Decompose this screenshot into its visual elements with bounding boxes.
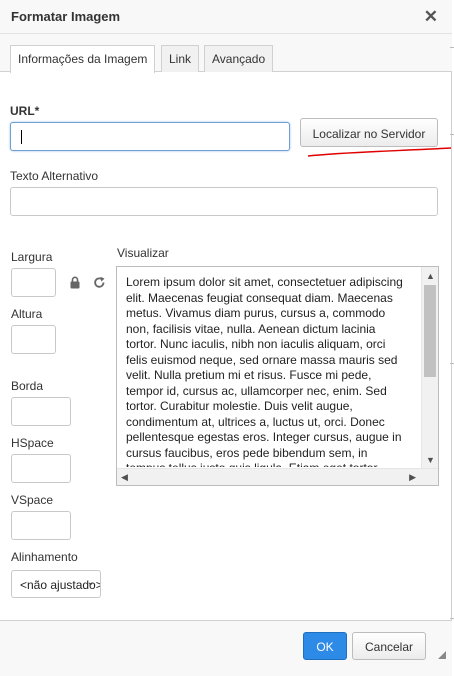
scroll-down-icon[interactable]: ▼ (426, 455, 435, 465)
width-label: Largura (11, 250, 53, 264)
scroll-up-icon[interactable]: ▲ (426, 271, 435, 281)
ok-button[interactable]: OK (303, 632, 347, 660)
dialog-title: Formatar Imagem (11, 9, 121, 24)
alignment-select[interactable]: <não ajustado> ⌄ (11, 570, 101, 598)
tab-advanced[interactable]: Avançado (204, 45, 274, 72)
scroll-left-icon[interactable]: ◀ (121, 472, 128, 482)
hspace-input[interactable] (11, 454, 71, 483)
preview-label: Visualizar (117, 246, 169, 260)
image-properties-dialog: Formatar Imagem ✕ Informações da Imagem … (0, 0, 452, 676)
vertical-scrollbar[interactable]: ▲ ▼ (421, 267, 438, 469)
tab-image-info[interactable]: Informações da Imagem (10, 45, 156, 73)
scroll-right-icon[interactable]: ▶ (409, 472, 416, 482)
height-input[interactable] (11, 325, 56, 354)
preview-text: Lorem ipsum dolor sit amet, consectetuer… (126, 275, 403, 467)
vspace-label: VSpace (11, 493, 54, 507)
red-annotation-underline (307, 147, 452, 157)
height-label: Altura (11, 307, 43, 321)
tab-link[interactable]: Link (161, 45, 200, 72)
border-input[interactable] (11, 397, 71, 426)
resize-handle-icon[interactable] (437, 650, 447, 660)
edge-tick (450, 363, 454, 364)
url-label: URL* (10, 104, 40, 118)
close-icon[interactable]: ✕ (424, 7, 438, 27)
tab-bar: Informações da Imagem Link Avançado (0, 34, 452, 73)
dialog-titlebar[interactable]: Formatar Imagem ✕ (0, 0, 452, 34)
chevron-down-icon: ⌄ (86, 577, 95, 588)
vertical-scroll-thumb[interactable] (424, 285, 436, 377)
alt-text-input[interactable] (10, 187, 438, 216)
edge-tick (450, 618, 454, 619)
vspace-input[interactable] (11, 511, 71, 540)
preview-box[interactable]: Lorem ipsum dolor sit amet, consectetuer… (116, 266, 439, 486)
browse-server-button[interactable]: Localizar no Servidor (300, 118, 438, 147)
url-input[interactable] (10, 122, 290, 151)
alignment-label: Alinhamento (11, 550, 78, 564)
hspace-label: HSpace (11, 436, 54, 450)
reset-size-icon[interactable] (93, 276, 106, 289)
horizontal-scrollbar[interactable]: ◀ ▶ (117, 468, 438, 485)
alt-text-label: Texto Alternativo (10, 169, 99, 183)
edge-tick (450, 134, 454, 135)
edge-tick (450, 47, 454, 48)
cancel-button[interactable]: Cancelar (352, 632, 426, 660)
lock-icon[interactable] (69, 276, 81, 289)
width-input[interactable] (11, 268, 56, 297)
text-caret (21, 130, 22, 144)
border-label: Borda (11, 379, 44, 393)
